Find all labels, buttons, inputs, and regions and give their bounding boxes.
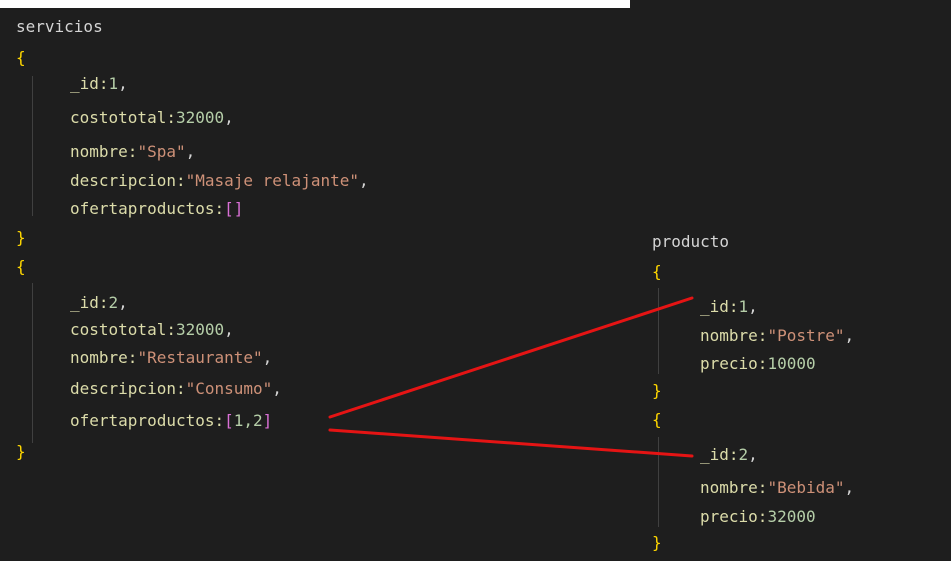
producto-item-2-precio: precio:32000 xyxy=(700,506,816,528)
comma: , xyxy=(844,478,855,497)
descripcion-key: descripcion: xyxy=(70,379,186,398)
nombre-value: "Restaurante" xyxy=(137,348,263,367)
servicios-item-1-nombre: nombre:"Spa", xyxy=(70,141,195,163)
servicios-item-1-costototal: costototal:32000, xyxy=(70,107,234,129)
producto-item-2-id: _id:2, xyxy=(700,444,758,466)
nombre-key: nombre: xyxy=(70,348,138,367)
id-key: _id: xyxy=(70,293,109,312)
producto-title: producto xyxy=(652,232,730,251)
id-value: 2 xyxy=(738,445,749,464)
servicios-item-2-descripcion: descripcion:"Consumo", xyxy=(70,378,282,400)
id-value: 1 xyxy=(108,74,119,93)
comma: , xyxy=(272,379,282,398)
precio-value: 32000 xyxy=(767,507,816,526)
servicios-item-1-brace-open: { xyxy=(16,48,26,67)
servicios-item-2-costototal: costototal:32000, xyxy=(70,319,234,341)
costototal-value: 32000 xyxy=(175,108,225,127)
servicios-item-1-id: _id:1, xyxy=(70,73,128,95)
nombre-key: nombre: xyxy=(700,478,768,497)
comma: , xyxy=(224,320,234,339)
producto-item-1-precio: precio:10000 xyxy=(700,353,816,375)
precio-key: precio: xyxy=(700,354,768,373)
servicios-item-2-brace-close: } xyxy=(16,442,26,461)
servicios-item-1-brace-close: } xyxy=(16,228,26,247)
editor-top-strip xyxy=(630,0,951,8)
indent-guide xyxy=(658,437,659,527)
ofertaproductos-key: ofertaproductos: xyxy=(70,199,225,218)
ofertaproductos-value: [] xyxy=(224,199,244,218)
ofertaproductos-key: ofertaproductos: xyxy=(70,411,225,430)
precio-value: 10000 xyxy=(767,354,816,373)
producto-item-1-brace-open: { xyxy=(652,262,662,281)
nombre-key: nombre: xyxy=(700,326,768,345)
producto-item-2-brace-open: { xyxy=(652,410,662,429)
indent-guide xyxy=(32,76,33,216)
screenshot: servicios { _id:1, costototal:32000, nom… xyxy=(0,0,951,561)
comma: , xyxy=(358,171,369,190)
id-key: _id: xyxy=(700,297,739,316)
servicios-item-1-descripcion: descripcion:"Masaje relajante", xyxy=(70,170,369,192)
servicios-title: servicios xyxy=(16,17,103,36)
indent-guide xyxy=(32,283,33,443)
id-key: _id: xyxy=(700,445,739,464)
servicios-item-2-id: _id:2, xyxy=(70,292,128,314)
ofertaproductos-bracket-close: ] xyxy=(262,411,273,430)
producto-item-1-id: _id:1, xyxy=(700,296,758,318)
producto-item-2-nombre: nombre:"Bebida", xyxy=(700,477,854,499)
servicios-item-1-ofertaproductos: ofertaproductos:[] xyxy=(70,198,243,220)
servicios-item-2-ofertaproductos: ofertaproductos:[1,2] xyxy=(70,410,272,432)
ofertaproductos-bracket-open: [ xyxy=(224,411,234,430)
nombre-value: "Postre" xyxy=(767,326,845,345)
descripcion-value: "Masaje relajante" xyxy=(185,171,359,190)
descripcion-key: descripcion: xyxy=(70,171,186,190)
comma: , xyxy=(748,445,758,464)
nombre-key: nombre: xyxy=(70,142,138,161)
costototal-key: costototal: xyxy=(70,320,176,339)
servicios-item-2-brace-open: { xyxy=(16,257,26,276)
comma: , xyxy=(118,74,128,93)
descripcion-value: "Consumo" xyxy=(185,379,273,398)
indent-guide xyxy=(658,288,659,374)
servicios-item-2-nombre: nombre:"Restaurante", xyxy=(70,347,272,369)
comma: , xyxy=(748,297,758,316)
comma: , xyxy=(224,108,234,127)
id-value: 1 xyxy=(738,297,749,316)
comma: , xyxy=(185,142,196,161)
producto-item-2-brace-close: } xyxy=(652,533,662,552)
producto-item-1-brace-close: } xyxy=(652,381,662,400)
nombre-value: "Bebida" xyxy=(767,478,845,497)
ofertaproductos-value: 1,2 xyxy=(233,411,263,430)
id-key: _id: xyxy=(70,74,109,93)
precio-key: precio: xyxy=(700,507,768,526)
comma: , xyxy=(262,348,273,367)
costototal-value: 32000 xyxy=(175,320,225,339)
comma: , xyxy=(118,293,128,312)
producto-item-1-nombre: nombre:"Postre", xyxy=(700,325,854,347)
costototal-key: costototal: xyxy=(70,108,176,127)
nombre-value: "Spa" xyxy=(137,142,186,161)
comma: , xyxy=(844,326,855,345)
id-value: 2 xyxy=(108,293,119,312)
